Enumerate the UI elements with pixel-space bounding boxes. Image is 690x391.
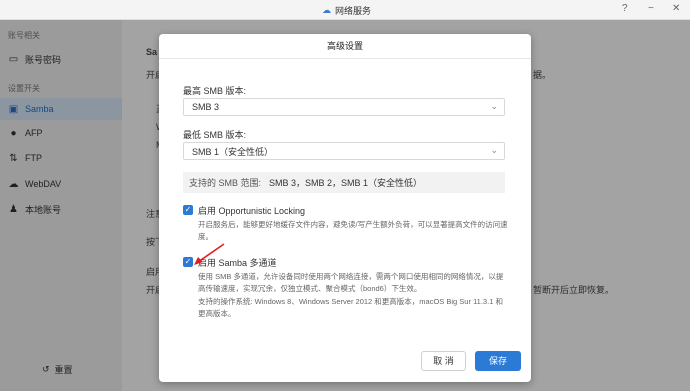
- chevron-down-icon: ⌄: [490, 145, 498, 155]
- multichannel-description: 使用 SMB 多通道，允许设备同时使用两个网络连接，需两个网口使用相同的网络情况…: [198, 272, 504, 293]
- annotation-arrow: [194, 243, 225, 265]
- multichannel-os-support: 支持的操作系统: Windows 8、Windows Server 2012 和…: [198, 297, 503, 318]
- cancel-button[interactable]: 取 消: [421, 351, 466, 371]
- smb-range-info: 支持的 SMB 范围: SMB 3，SMB 2，SMB 1（安全性低）: [183, 172, 505, 193]
- min-smb-label: 最低 SMB 版本:: [183, 130, 247, 140]
- oplocks-checkbox[interactable]: ✓: [183, 205, 193, 215]
- max-smb-select[interactable]: SMB 3 ⌄: [183, 98, 505, 116]
- close-icon[interactable]: ✕: [672, 3, 680, 14]
- help-icon[interactable]: ?: [622, 3, 628, 14]
- chevron-down-icon: ⌄: [490, 101, 498, 111]
- dialog-title: 高级设置: [159, 34, 531, 59]
- max-smb-label: 最高 SMB 版本:: [183, 86, 247, 96]
- window-title: ☁ 网络服务: [322, 5, 372, 16]
- cloud-icon: ☁: [322, 5, 331, 15]
- min-smb-select[interactable]: SMB 1（安全性低） ⌄: [183, 142, 505, 160]
- oplocks-label: 启用 Opportunistic Locking: [198, 206, 306, 216]
- minimize-icon[interactable]: −: [648, 3, 654, 14]
- title-bar: ☁ 网络服务 ? − ✕: [0, 0, 690, 20]
- oplocks-description: 开启服务后，能够更好地缓存文件内容，避免读/写产生额外负荷，可以显著提高文件的访…: [198, 220, 508, 241]
- save-button[interactable]: 保存: [475, 351, 521, 371]
- advanced-settings-dialog: 高级设置 最高 SMB 版本: SMB 3 ⌄ 最低 SMB 版本: SMB 1…: [159, 34, 531, 382]
